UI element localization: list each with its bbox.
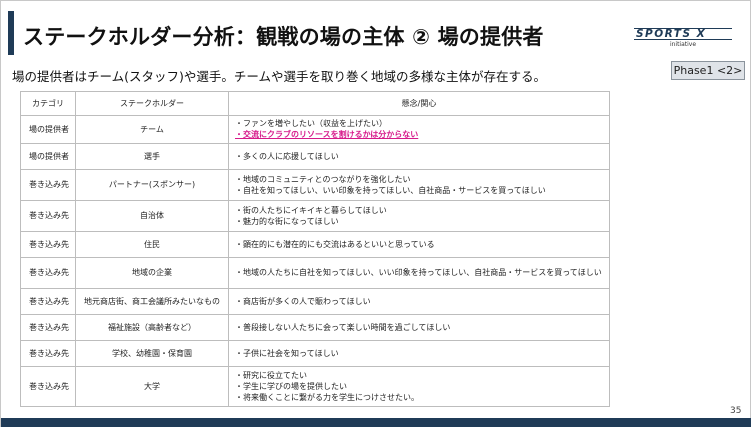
table-row: 巻き込み先 地元商店街、商工会議所みたいなもの ・商店街が多くの人で賑わってほしい <box>20 287 610 315</box>
cell-concern: ・普段接しない人たちに会って楽しい時間を過ごしてほしい <box>228 313 610 341</box>
table-row: 巻き込み先 住民 ・顕在的にも潜在的にも交流はあるといいと思っている <box>20 230 610 258</box>
phase-badge: Phase1 <2> <box>671 61 745 80</box>
table-row: 巻き込み先 パートナー(スポンサー) ・地域のコミュニティとのつながりを強化したい・… <box>20 168 610 201</box>
cell-category: 巻き込み先 <box>20 168 76 201</box>
concern-line: ・将来働くことに繋がる力を学生につけさせたい。 <box>235 392 419 402</box>
footer-bar <box>1 418 751 427</box>
concern-line: ・子供に社会を知ってほしい <box>235 348 339 358</box>
table-row: 巻き込み先 自治体 ・街の人たちにイキイキと暮らしてほしい ・魅力的な街になってほしい <box>20 199 610 232</box>
cell-stakeholder: 自治体 <box>75 199 229 232</box>
cell-category: 巻き込み先 <box>20 287 76 315</box>
sports-x-logo: SPORTS X initiative <box>634 28 732 50</box>
concern-line: ・研究に役立てたい <box>235 370 307 380</box>
cell-concern: ・商店街が多くの人で賑わってほしい <box>228 287 610 315</box>
cell-concern: ・多くの人に応援してほしい <box>228 142 610 170</box>
concern-line: ・顕在的にも潜在的にも交流はあるといいと思っている <box>235 239 435 249</box>
cell-category: 巻き込み先 <box>20 339 76 367</box>
header-category: カテゴリ <box>20 91 76 116</box>
table-row: 場の提供者 選手 ・多くの人に応援してほしい <box>20 142 610 170</box>
header-stakeholder: ステークホルダー <box>75 91 229 116</box>
table-row: 巻き込み先 福祉施設（高齢者など） ・普段接しない人たちに会って楽しい時間を過ごして… <box>20 313 610 341</box>
cell-concern: ・地域の人たちに自社を知ってほしい、いい印象を持ってほしい、自社商品・サービスを… <box>228 256 610 289</box>
table-row: 場の提供者 チーム ・ファンを増やしたい（収益を上げたい） ・交流にクラブのリソースを… <box>20 115 610 144</box>
cell-stakeholder: 福祉施設（高齢者など） <box>75 313 229 341</box>
cell-stakeholder: 学校、幼稚園・保育園 <box>75 339 229 367</box>
concern-line: ・ファンを増やしたい（収益を上げたい） <box>235 119 387 129</box>
cell-category: 場の提供者 <box>20 115 76 144</box>
cell-concern: ・顕在的にも潜在的にも交流はあるといいと思っている <box>228 230 610 258</box>
concern-line: ・自社を知ってほしい、いい印象を持ってほしい、自社商品・サービスを買ってほしい <box>235 185 546 195</box>
cell-stakeholder: 大学 <box>75 365 229 408</box>
cell-stakeholder: チーム <box>75 115 229 144</box>
cell-category: 場の提供者 <box>20 142 76 170</box>
cell-stakeholder: 地元商店街、商工会議所みたいなもの <box>75 287 229 315</box>
concern-line: ・商店街が多くの人で賑わってほしい <box>235 296 371 306</box>
concern-line: ・普段接しない人たちに会って楽しい時間を過ごしてほしい <box>235 322 451 332</box>
cell-stakeholder: パートナー(スポンサー) <box>75 168 229 201</box>
title-accent-bar <box>8 11 14 55</box>
concern-line: ・多くの人に応援してほしい <box>235 151 339 161</box>
concern-line: ・地域の人たちに自社を知ってほしい、いい印象を持ってほしい、自社商品・サービスを… <box>235 268 602 278</box>
logo-wordmark: SPORTS X <box>634 28 732 40</box>
cell-concern: ・街の人たちにイキイキと暮らしてほしい ・魅力的な街になってほしい <box>228 199 610 232</box>
cell-concern: ・地域のコミュニティとのつながりを強化したい ・自社を知ってほしい、いい印象を持っ… <box>228 168 610 201</box>
cell-concern: ・研究に役立てたい ・学生に学びの場を提供したい ・将来働くことに繋がる力を学生につ… <box>228 365 610 408</box>
stakeholder-table: カテゴリ ステークホルダー 懸念/関心 場の提供者 チーム ・ファンを増やしたい（収… <box>20 91 610 408</box>
table-header-row: カテゴリ ステークホルダー 懸念/関心 <box>20 91 610 116</box>
cell-concern: ・ファンを増やしたい（収益を上げたい） ・交流にクラブのリソースを割けるかは分から… <box>228 115 610 144</box>
slide-title: ステークホルダー分析：観戦の場の主体 ② 場の提供者 <box>23 25 544 49</box>
header-concern: 懸念/関心 <box>228 91 610 116</box>
concern-line: ・地域のコミュニティとのつながりを強化したい <box>235 174 411 184</box>
cell-stakeholder: 住民 <box>75 230 229 258</box>
cell-category: 巻き込み先 <box>20 365 76 408</box>
slide: ステークホルダー分析：観戦の場の主体 ② 場の提供者 SPORTS X init… <box>0 0 751 427</box>
table-row: 巻き込み先 学校、幼稚園・保育園 ・子供に社会を知ってほしい <box>20 339 610 367</box>
logo-tagline: initiative <box>669 41 697 48</box>
cell-category: 巻き込み先 <box>20 313 76 341</box>
cell-category: 巻き込み先 <box>20 256 76 289</box>
table-body: 場の提供者 チーム ・ファンを増やしたい（収益を上げたい） ・交流にクラブのリソースを… <box>20 115 610 408</box>
concern-line: ・街の人たちにイキイキと暮らしてほしい <box>235 205 387 215</box>
slide-subtitle: 場の提供者はチーム(スタッフ)や選手。チームや選手を取り巻く地域の多様な主体が存… <box>12 69 547 84</box>
cell-stakeholder: 地域の企業 <box>75 256 229 289</box>
concern-line: ・学生に学びの場を提供したい <box>235 381 347 391</box>
cell-concern: ・子供に社会を知ってほしい <box>228 339 610 367</box>
table-row: 巻き込み先 地域の企業 ・地域の人たちに自社を知ってほしい、いい印象を持ってほしい、… <box>20 256 610 289</box>
table-row: 巻き込み先 大学 ・研究に役立てたい ・学生に学びの場を提供したい ・将来働くことに繋が… <box>20 365 610 408</box>
stakeholder-table-container: カテゴリ ステークホルダー 懸念/関心 場の提供者 チーム ・ファンを増やしたい（収… <box>20 91 610 408</box>
page-number: 35 <box>730 406 742 416</box>
concern-line: ・魅力的な街になってほしい <box>235 216 339 226</box>
cell-stakeholder: 選手 <box>75 142 229 170</box>
cell-category: 巻き込み先 <box>20 199 76 232</box>
cell-category: 巻き込み先 <box>20 230 76 258</box>
concern-line-highlighted: ・交流にクラブのリソースを割けるかは分からない <box>235 130 419 140</box>
